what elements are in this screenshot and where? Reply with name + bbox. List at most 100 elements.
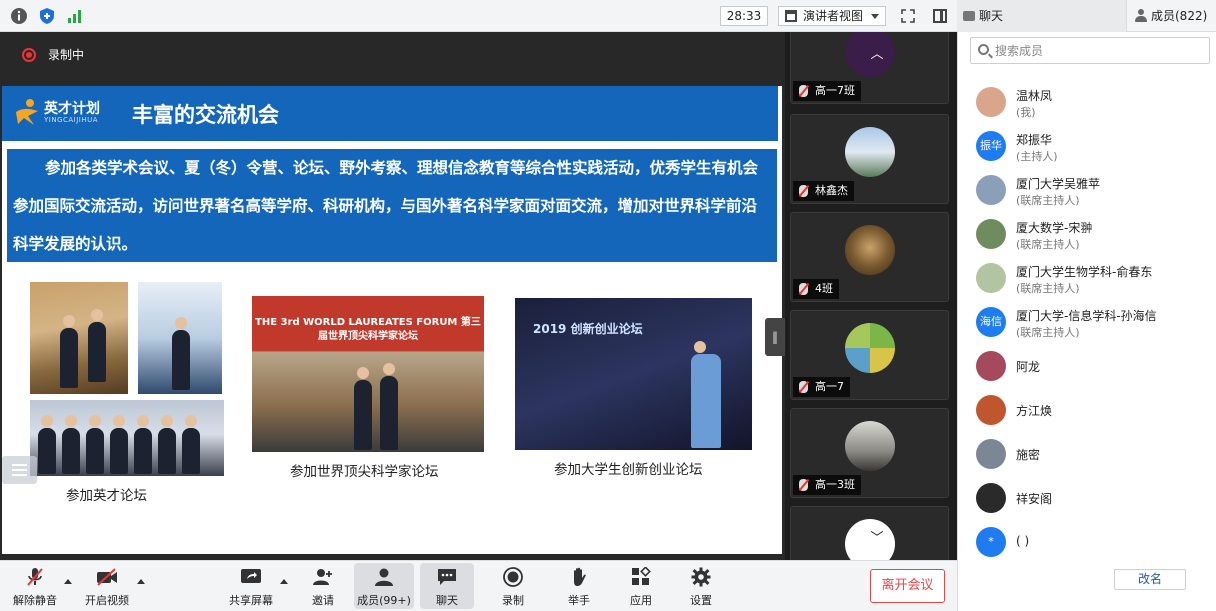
participant-avatar <box>845 225 895 275</box>
video-tile[interactable]: 林鑫杰 <box>790 114 949 204</box>
invite-label: 邀请 <box>312 594 334 607</box>
raise-hand-button[interactable]: 举手 <box>552 563 606 609</box>
sidebar-toggle-icon[interactable] <box>933 9 947 23</box>
chevron-up-icon[interactable] <box>137 579 145 584</box>
member-panel: 温林凤 (我) 振华郑振华 (主持人) 厦门大学吴雅苹 (联席主持人) 厦大数学-宋翀 (联席… <box>957 32 1216 611</box>
mic-muted-icon <box>799 185 808 197</box>
signal-strength-icon[interactable] <box>66 7 84 25</box>
tab-members-label: 成员(822) <box>1151 9 1208 23</box>
view-mode-select[interactable]: 演讲者视图 <box>778 6 886 26</box>
top-bar: 28:33 演讲者视图 <box>0 0 957 32</box>
chevron-up-icon[interactable] <box>64 579 72 584</box>
member-row[interactable]: 振华 郑振华 (主持人) <box>974 124 1204 168</box>
video-gallery: ︿ 高一7班 林鑫杰 4班 高一7 高一3班 ﹀ <box>785 32 957 560</box>
video-tile-label: 林鑫杰 <box>793 181 854 201</box>
participant-avatar <box>845 127 895 177</box>
chevron-up-icon[interactable] <box>280 579 288 584</box>
video-tile[interactable]: ︿ 高一7班 <box>790 32 949 104</box>
person-figure <box>62 415 80 474</box>
meeting-toolbar: 解除静音 开启视频 共享屏幕 邀请 成员(99+) 聊天 录制 举手 应用 设置 <box>0 560 957 611</box>
search-input[interactable] <box>995 41 1195 61</box>
avatar <box>976 87 1006 117</box>
start-video-label: 开启视频 <box>85 594 129 607</box>
invite-button[interactable]: 邀请 <box>296 563 350 609</box>
member-row[interactable]: 厦门大学吴雅苹 (联席主持人) <box>974 168 1204 212</box>
caption: 参加世界顶尖科学家论坛 <box>290 464 439 480</box>
start-video-button[interactable]: 开启视频 <box>80 563 134 609</box>
person-figure <box>60 315 78 388</box>
mic-muted-icon <box>799 479 808 491</box>
unmute-label: 解除静音 <box>13 594 57 607</box>
shield-icon[interactable] <box>38 7 56 25</box>
settings-button[interactable]: 设置 <box>674 563 728 609</box>
fullscreen-icon[interactable] <box>901 9 915 23</box>
member-row[interactable]: 海信 厦门大学-信息学科-孙海信 (联席主持人) <box>974 300 1204 344</box>
share-screen-button[interactable]: 共享屏幕 <box>224 563 278 609</box>
tab-members[interactable]: 成员(822) <box>1129 0 1216 32</box>
recording-label: 录制中 <box>48 48 85 62</box>
video-tile-label: 4班 <box>793 279 839 299</box>
forum-banner-text: THE 3rd WORLD LAUREATES FORUM 第三届世界顶尖科学家… <box>255 317 481 342</box>
apps-label: 应用 <box>630 594 652 607</box>
slide-paragraph: 参加各类学术会议、夏（冬）令营、论坛、野外考察、理想信念教育等综合性实践活动，优… <box>7 149 777 262</box>
recording-indicator: 录制中 <box>22 48 84 62</box>
chevron-down-icon[interactable]: ﹀ <box>867 527 887 546</box>
logo-text: 英才计划 <box>44 101 100 117</box>
presentation-slide: 英才计划 YINGCAIJIHUA 丰富的交流机会 参加各类学术会议、夏（冬）令… <box>2 86 782 554</box>
raise-hand-label: 举手 <box>568 594 590 607</box>
slide-list-button[interactable] <box>2 456 37 484</box>
chat-icon <box>438 569 456 585</box>
video-tile[interactable]: 高一3班 <box>790 408 949 498</box>
chevron-up-icon[interactable]: ︿ <box>867 43 887 62</box>
rename-button[interactable]: 改名 <box>1114 569 1186 590</box>
member-row[interactable]: 祥安阁 <box>974 476 1204 520</box>
member-row[interactable]: 方江焕 <box>974 388 1204 432</box>
members-icon <box>375 568 393 586</box>
members-button[interactable]: 成员(99+) <box>354 563 414 609</box>
tab-chat[interactable]: 聊天 <box>957 0 1127 32</box>
video-tile-label: 高一7 <box>793 377 850 397</box>
member-name: ( ) <box>1016 534 1030 548</box>
chat-button[interactable]: 聊天 <box>420 563 474 609</box>
caption: 参加大学生创新创业论坛 <box>554 462 703 478</box>
logo: 英才计划 YINGCAIJIHUA <box>14 96 106 130</box>
share-screen-label: 共享屏幕 <box>229 594 273 607</box>
chevron-down-icon <box>871 14 879 19</box>
info-icon[interactable] <box>10 7 28 25</box>
video-tile[interactable]: 高一7 <box>790 310 949 400</box>
collapse-video-handle[interactable]: ‖ <box>765 318 785 356</box>
photo-banner-portrait <box>138 282 222 394</box>
member-role: (联席主持人) <box>1016 238 1080 251</box>
panel-tabs: 聊天 成员(822) <box>957 0 1216 32</box>
member-role: (联席主持人) <box>1016 194 1080 207</box>
record-button[interactable]: 录制 <box>486 563 540 609</box>
member-row[interactable]: 温林凤 (我) <box>974 80 1204 124</box>
avatar: 振华 <box>976 131 1006 161</box>
video-tile-label: 高一3班 <box>793 475 861 495</box>
avatar <box>976 219 1006 249</box>
member-name: 方江焕 <box>1016 404 1053 418</box>
member-role: (联席主持人) <box>1016 326 1080 339</box>
member-name: 祥安阁 <box>1016 492 1053 506</box>
avatar <box>976 263 1006 293</box>
member-name: 厦门大学-信息学科-孙海信 <box>1016 309 1157 323</box>
participant-avatar <box>845 421 895 471</box>
member-row[interactable]: 厦门大学生物学科-俞春东 (联席主持人) <box>974 256 1204 300</box>
innovation-banner-text: 2019 创新创业论坛 <box>533 322 643 336</box>
shared-screen-stage: 录制中 英才计划 YINGCAIJIHUA 丰富的交流机会 参加各类学术会议、夏… <box>0 32 785 560</box>
logo-subtext: YINGCAIJIHUA <box>44 116 99 124</box>
record-icon <box>503 567 523 587</box>
record-label: 录制 <box>502 594 524 607</box>
member-row[interactable]: 厦大数学-宋翀 (联席主持人) <box>974 212 1204 256</box>
photo-group <box>30 400 224 476</box>
raise-hand-icon <box>574 567 586 586</box>
member-row[interactable]: 施密 <box>974 432 1204 476</box>
member-row[interactable]: 阿龙 <box>974 344 1204 388</box>
video-tile[interactable]: ﹀ <box>790 506 949 560</box>
apps-button[interactable]: 应用 <box>614 563 668 609</box>
leave-meeting-button[interactable]: 离开会议 <box>870 569 945 603</box>
member-row[interactable]: * ( ) <box>974 520 1204 564</box>
gear-icon <box>691 567 711 587</box>
video-tile[interactable]: 4班 <box>790 212 949 302</box>
unmute-button[interactable]: 解除静音 <box>8 563 62 609</box>
